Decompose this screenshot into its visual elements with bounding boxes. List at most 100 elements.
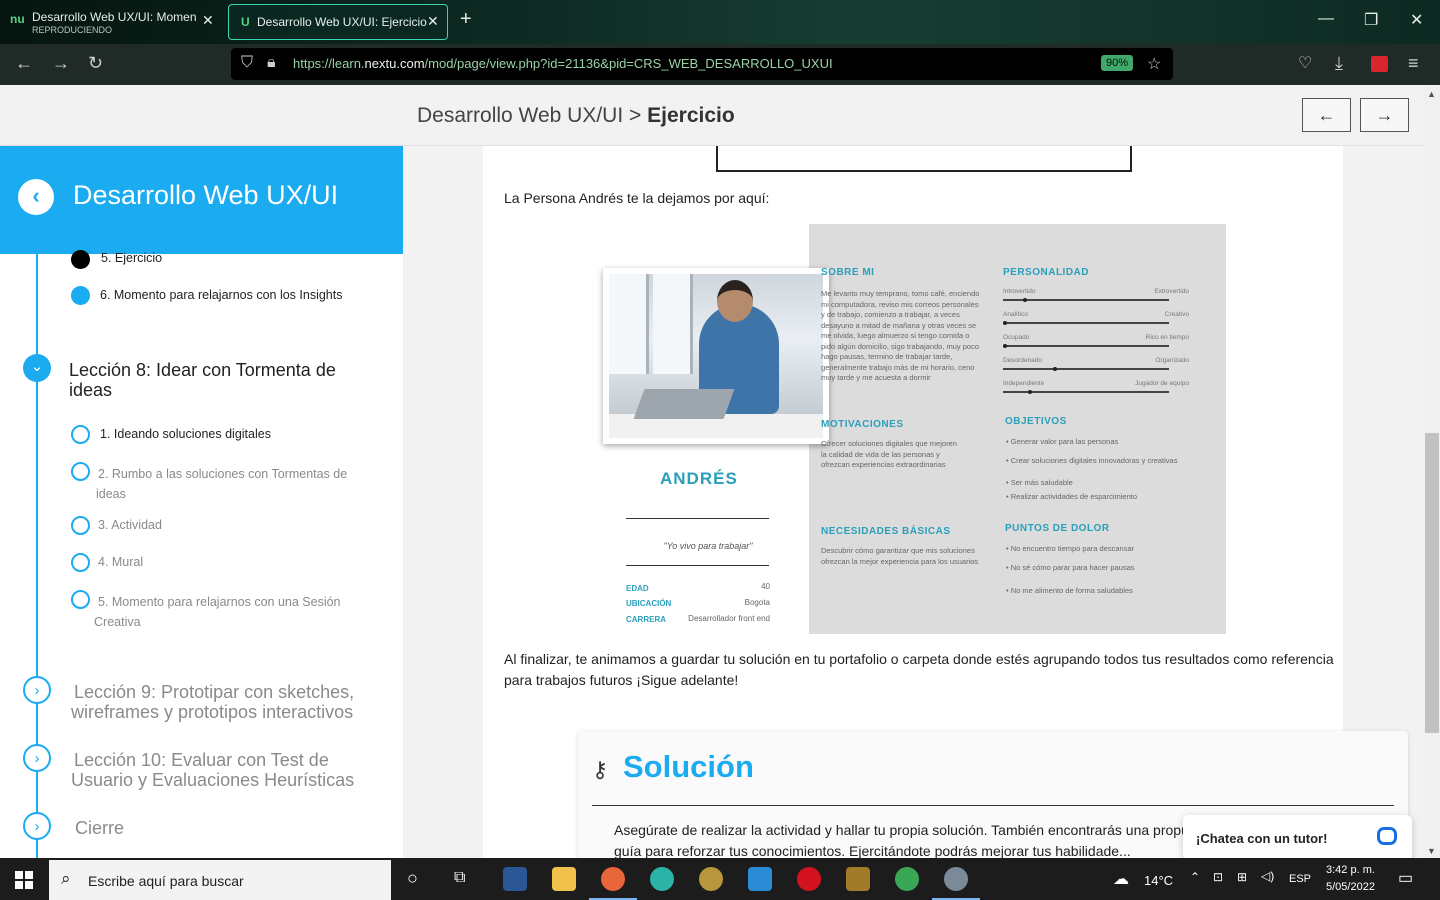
divider [626, 565, 769, 566]
step-actividad[interactable]: 3. Actividad [98, 518, 162, 532]
address-bar[interactable]: ⛉ 🔒︎ https://learn.nextu.com/mod/page/vi… [231, 48, 1173, 80]
notifications-icon[interactable]: ▭ [1398, 868, 1413, 888]
vscode-icon[interactable] [748, 867, 772, 891]
breadcrumb-parent[interactable]: Desarrollo Web UX/UI [417, 104, 623, 127]
chevron-right-icon[interactable]: › [23, 812, 51, 840]
chrome-icon[interactable] [895, 867, 919, 891]
download-icon[interactable]: ⤓ [1335, 53, 1343, 74]
objetivos-title: OBJETIVOS [1005, 416, 1067, 427]
meet-icon[interactable]: ⊡ [1213, 870, 1223, 884]
step-ejercicio[interactable]: 5. Ejercicio [101, 251, 162, 265]
temperature[interactable]: 14°C [1144, 873, 1173, 888]
edge-icon[interactable] [650, 867, 674, 891]
chevron-down-icon[interactable]: ⌄ [23, 354, 51, 382]
trait-slider [1003, 321, 1169, 325]
zoom-badge[interactable]: 90% [1101, 55, 1134, 71]
next-page-button[interactable]: → [1360, 98, 1409, 132]
chat-widget[interactable]: ¡Chatea con un tutor! [1183, 815, 1412, 861]
chevron-right-icon[interactable]: › [23, 676, 51, 704]
network-icon[interactable]: ⊞ [1237, 870, 1247, 884]
cierre-title[interactable]: Cierre [75, 818, 124, 838]
motivaciones-text: Ofrecer soluciones digitales que mejoren… [821, 439, 957, 469]
nextu-favicon-icon: nu [10, 12, 25, 26]
dolor-item: • No sé cómo parar para hacer pausas [1006, 563, 1135, 572]
sidebar-title: Desarrollo Web UX/UI [73, 180, 339, 210]
bookmark-star-icon[interactable]: ☆ [1147, 54, 1161, 74]
shield-icon[interactable]: ⛉ [241, 54, 253, 72]
divider [626, 518, 769, 519]
firefox-icon[interactable] [601, 867, 625, 891]
scrollbar-thumb[interactable] [1425, 433, 1439, 733]
trait-left-label: Ocupado [1003, 334, 1030, 341]
pocket-icon[interactable]: ♡ [1298, 53, 1312, 73]
lol-icon[interactable] [846, 867, 870, 891]
main-content: La Persona Andrés te la dejamos por aquí… [403, 146, 1424, 858]
close-tab-icon[interactable]: ✕ [202, 12, 214, 29]
trait-right-label: Organizado [1155, 357, 1189, 364]
clock-date[interactable]: 5/05/2022 [1326, 881, 1375, 893]
tab-momento[interactable]: nu Desarrollo Web UX/UI: Momento REPRODU… [0, 4, 222, 40]
scroll-up-icon[interactable]: ▲ [1427, 89, 1436, 99]
step-dot-current [71, 286, 90, 305]
tab-ejercicio[interactable]: U Desarrollo Web UX/UI: Ejercicio ✕ [228, 4, 448, 40]
lock-icon[interactable]: 🔒︎ [267, 54, 276, 72]
trait-slider-marker [1003, 321, 1007, 325]
file-explorer-icon[interactable] [552, 867, 576, 891]
tab-title: Desarrollo Web UX/UI: Momento [32, 10, 196, 24]
breadcrumb-current: Ejercicio [647, 104, 735, 127]
persona-photo [603, 268, 829, 444]
volume-icon[interactable]: ◁) [1261, 869, 1274, 883]
word-icon[interactable] [503, 867, 527, 891]
step-momento-insights[interactable]: 6. Momento para relajarnos con los Insig… [100, 288, 343, 302]
extension-icon[interactable] [1371, 56, 1388, 72]
lesson-9-title[interactable]: Lección 9: Prototipar con sketches, wire… [71, 682, 371, 722]
close-window-icon[interactable]: ✕ [1410, 10, 1423, 30]
dolor-item: • No encuentro tiempo para descansar [1006, 544, 1135, 553]
task-view-icon[interactable]: ⧉ [454, 869, 465, 887]
taskbar-search[interactable]: ⌕ Escribe aquí para buscar [49, 860, 391, 900]
chevron-right-icon[interactable]: › [23, 744, 51, 772]
divider [592, 805, 1394, 806]
menu-icon[interactable]: ≡ [1408, 53, 1419, 74]
step-ideando[interactable]: 1. Ideando soluciones digitales [100, 427, 271, 441]
cortana-icon[interactable]: ○ [407, 868, 418, 889]
step-dot [71, 590, 90, 609]
new-tab-icon[interactable]: + [460, 8, 472, 31]
app-icon[interactable] [944, 867, 968, 891]
language-indicator[interactable]: ESP [1289, 873, 1311, 885]
back-chevron-icon[interactable]: ‹ [18, 179, 54, 215]
forward-arrow-icon[interactable]: → [52, 53, 70, 74]
clock-time[interactable]: 3:42 p. m. [1326, 864, 1375, 876]
lesson-8-title[interactable]: Lección 8: Idear con Tormenta de ideas [69, 360, 369, 400]
restore-icon[interactable]: ❐ [1364, 10, 1378, 30]
step-sesion-creativa[interactable]: 5. Momento para relajarnos con una Sesió… [94, 592, 364, 632]
back-arrow-icon[interactable]: ← [15, 53, 33, 74]
lesson-10-title[interactable]: Lección 10: Evaluar con Test de Usuario … [71, 750, 371, 790]
trait-slider-marker [1003, 344, 1007, 348]
step-rumbo[interactable]: 2. Rumbo a las soluciones con Tormentas … [96, 464, 366, 504]
opera-icon[interactable] [797, 867, 821, 891]
prev-page-button[interactable]: ← [1302, 98, 1351, 132]
sobre-mi-title: SOBRE MI [821, 267, 875, 278]
trait-slider [1003, 367, 1169, 371]
reload-icon[interactable]: ↻ [88, 53, 103, 74]
edad-label: EDAD [626, 584, 649, 593]
tab-title: Desarrollo Web UX/UI: Ejercicio [257, 15, 427, 29]
chevron-up-icon[interactable]: ⌃ [1190, 870, 1200, 884]
close-tab-icon[interactable]: ✕ [427, 13, 439, 30]
league-client-icon[interactable] [699, 867, 723, 891]
weather-icon[interactable]: ☁ [1113, 869, 1129, 889]
chat-bubble-icon[interactable] [1377, 827, 1397, 845]
url-text[interactable]: https://learn.nextu.com/mod/page/view.ph… [293, 56, 833, 71]
windows-start-icon[interactable] [15, 871, 33, 889]
scroll-down-icon[interactable]: ▼ [1427, 846, 1436, 856]
final-paragraph: Al finalizar, te animamos a guardar tu s… [504, 651, 1334, 688]
sobre-mi-text: Me levanto muy temprano, tomo café, enci… [821, 289, 980, 382]
chat-label[interactable]: ¡Chatea con un tutor! [1196, 831, 1327, 846]
step-dot-done [71, 250, 90, 269]
search-placeholder[interactable]: Escribe aquí para buscar [88, 873, 244, 889]
minimize-icon[interactable]: — [1318, 10, 1334, 28]
step-mural[interactable]: 4. Mural [98, 555, 143, 569]
persona-card: ANDRÉS "Yo vivo para trabajar" EDAD 40 U… [590, 224, 1226, 634]
trait-left-label: Independiente [1003, 380, 1045, 387]
